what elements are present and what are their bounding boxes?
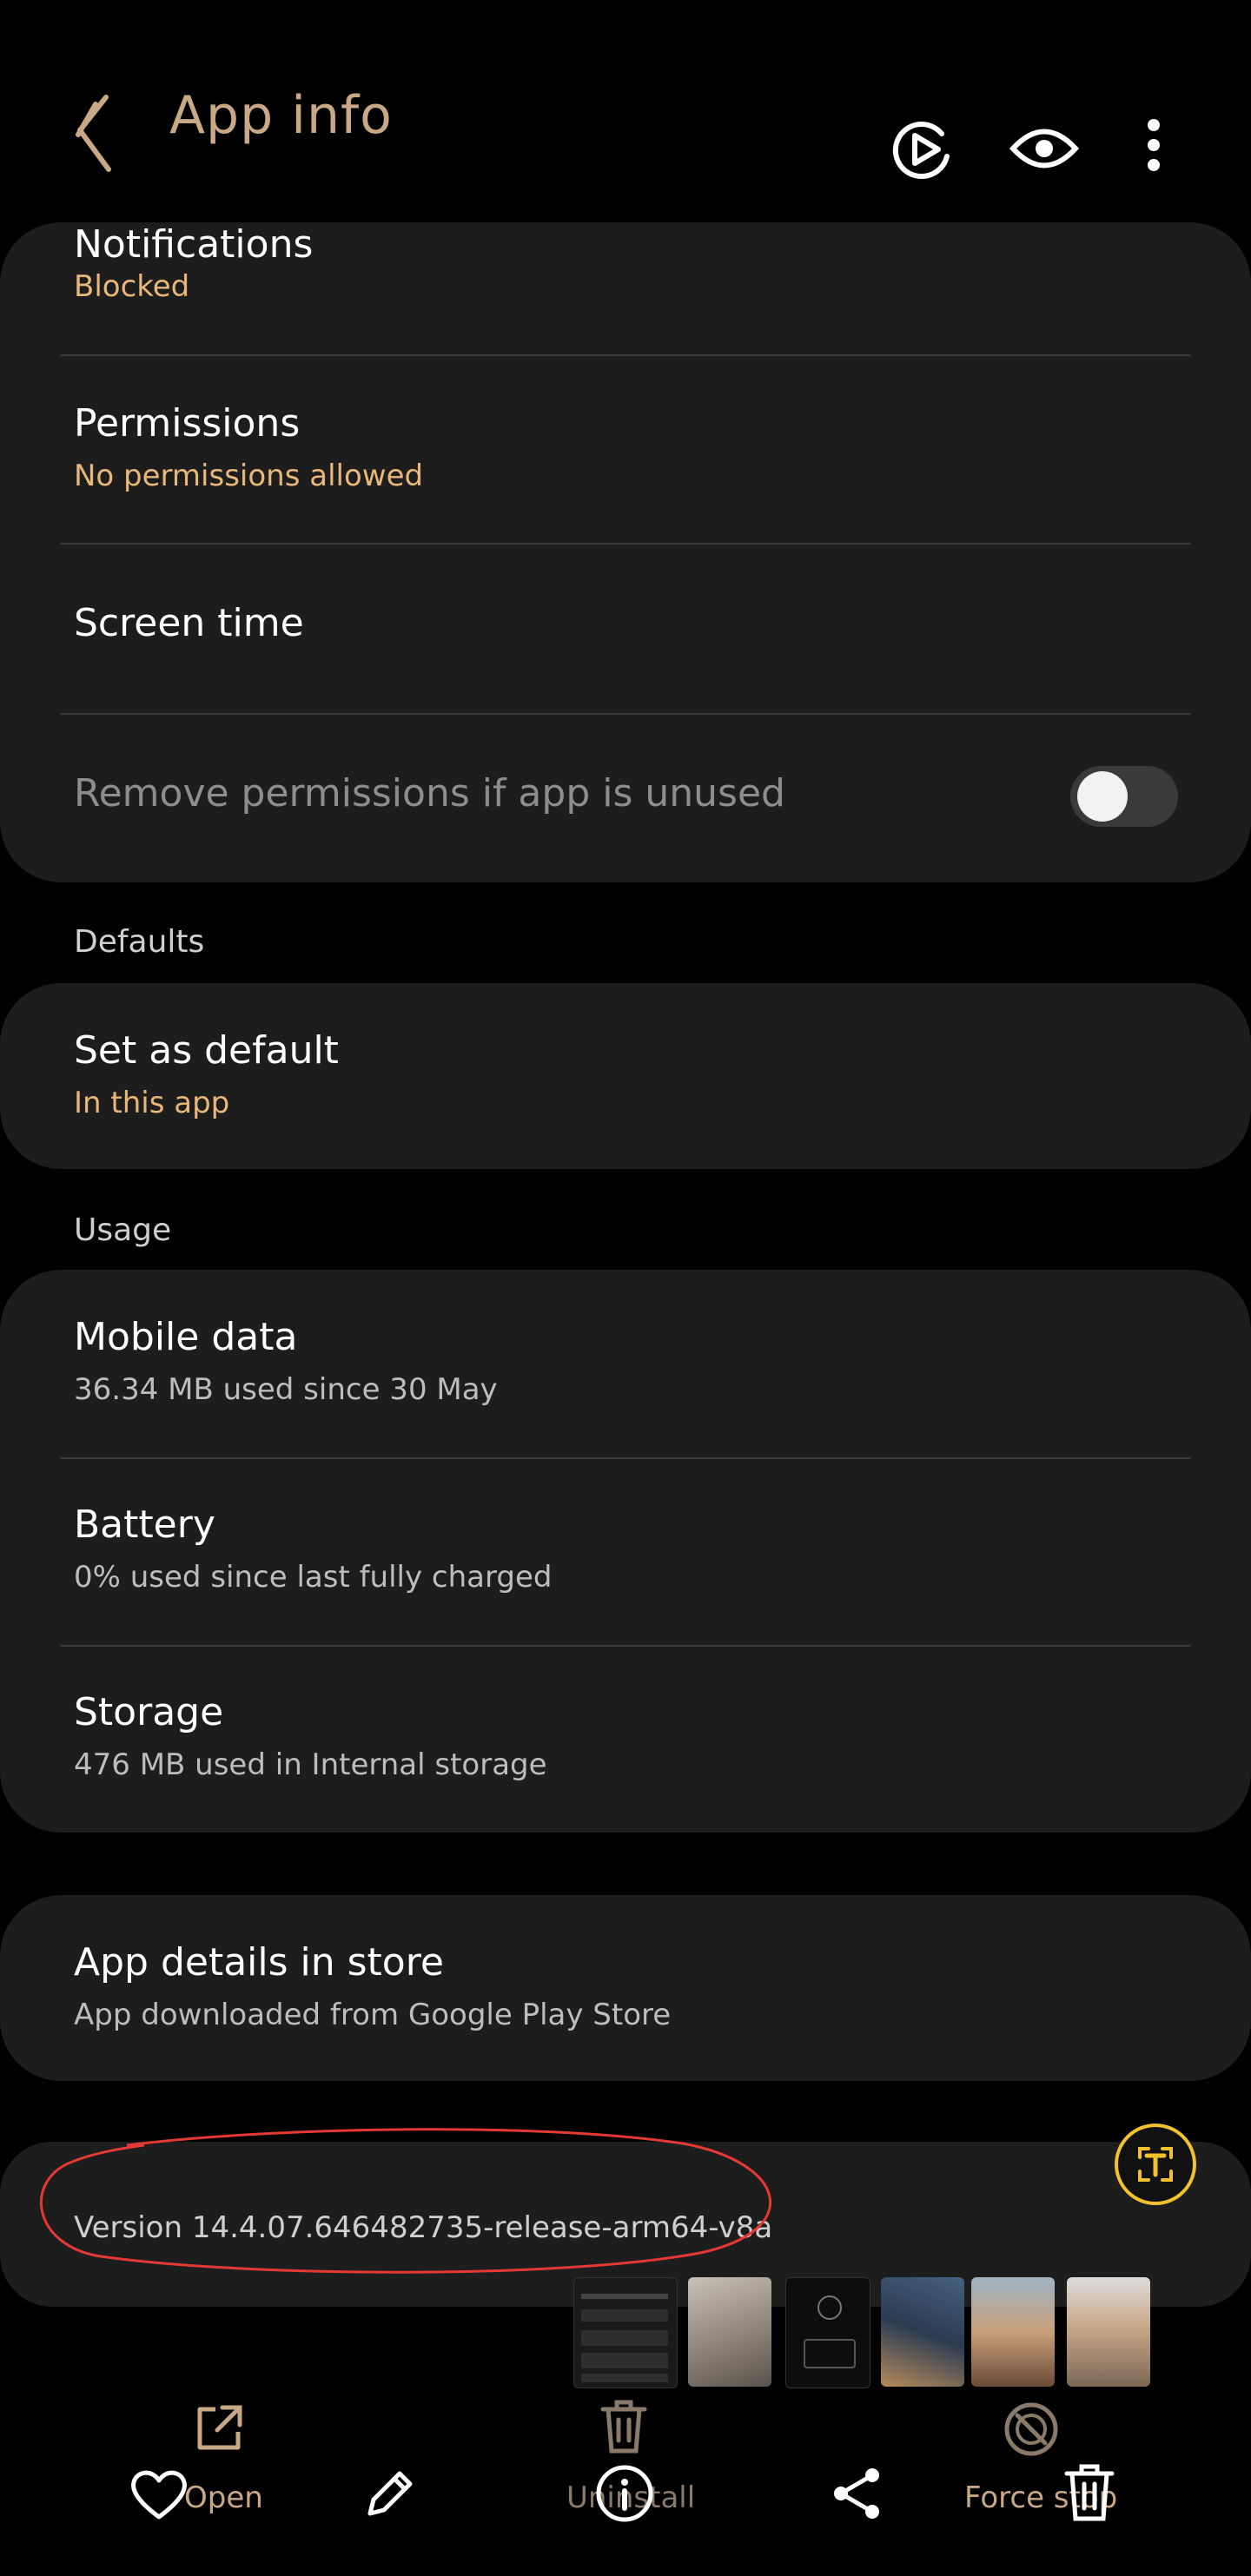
notifications-title: Notifications xyxy=(74,222,314,267)
battery-title: Battery xyxy=(74,1503,215,1547)
storage-subtitle: 476 MB used in Internal storage xyxy=(74,1747,547,1782)
storage-title: Storage xyxy=(74,1690,224,1734)
defaults-section-title: Defaults xyxy=(74,924,205,960)
trash-icon[interactable] xyxy=(1063,2463,1115,2522)
open-label: Open xyxy=(184,2480,263,2515)
permissions-title: Permissions xyxy=(74,401,301,446)
divider xyxy=(61,1457,1190,1459)
battery-subtitle: 0% used since last fully charged xyxy=(74,1560,553,1595)
divider xyxy=(61,543,1190,545)
trash-icon xyxy=(600,2400,647,2454)
app-details-subtitle: App downloaded from Google Play Store xyxy=(74,1998,672,2032)
divider xyxy=(61,1645,1190,1647)
screen-time-title: Screen time xyxy=(74,601,304,645)
usage-card: Mobile data 36.34 MB used since 30 May B… xyxy=(0,1270,1251,1833)
more-vert-icon xyxy=(1148,119,1160,171)
usage-section-title: Usage xyxy=(74,1212,172,1248)
preview-thumbnail[interactable] xyxy=(573,2277,678,2388)
info-icon[interactable] xyxy=(594,2463,655,2524)
set-as-default-subtitle: In this app xyxy=(74,1086,230,1120)
app-details-store-row[interactable]: App details in store App downloaded from… xyxy=(0,1895,1251,2081)
app-details-title: App details in store xyxy=(74,1940,444,1985)
more-options-button[interactable] xyxy=(1138,113,1169,191)
view-button[interactable] xyxy=(1009,122,1079,175)
pencil-icon[interactable] xyxy=(361,2465,419,2522)
scan-text-button[interactable] xyxy=(1114,2123,1197,2206)
open-external-icon xyxy=(197,2405,242,2450)
preview-thumbnail[interactable] xyxy=(881,2277,964,2387)
page-title: App info xyxy=(169,85,393,146)
annotation-circle-icon xyxy=(40,2128,772,2274)
preview-thumbnail[interactable] xyxy=(785,2277,870,2388)
screen-record-button[interactable] xyxy=(888,115,957,184)
chevron-left-icon xyxy=(76,95,111,172)
divider xyxy=(61,354,1190,356)
preview-thumbnail[interactable] xyxy=(688,2277,771,2387)
set-as-default-title: Set as default xyxy=(74,1028,339,1073)
eye-icon xyxy=(1009,129,1079,168)
toggle-thumb xyxy=(1077,771,1128,822)
mobile-data-subtitle: 36.34 MB used since 30 May xyxy=(74,1372,498,1407)
permissions-status: No permissions allowed xyxy=(74,459,424,493)
share-icon[interactable] xyxy=(829,2465,886,2522)
divider xyxy=(61,713,1190,715)
scan-text-icon xyxy=(1115,2124,1196,2205)
remove-permissions-label: Remove permissions if app is unused xyxy=(74,771,785,816)
preview-thumbnail[interactable] xyxy=(1067,2277,1150,2387)
stop-icon xyxy=(1004,2402,1058,2456)
preview-thumbnail[interactable] xyxy=(971,2277,1055,2387)
mobile-data-title: Mobile data xyxy=(74,1315,298,1359)
back-button[interactable] xyxy=(61,87,130,182)
set-as-default-row[interactable]: Set as default In this app xyxy=(0,983,1251,1169)
screen-record-icon xyxy=(892,122,950,180)
notifications-status: Blocked xyxy=(74,269,190,304)
app-settings-card: Notifications Blocked Permissions No per… xyxy=(0,222,1251,882)
heart-icon[interactable] xyxy=(129,2467,189,2522)
